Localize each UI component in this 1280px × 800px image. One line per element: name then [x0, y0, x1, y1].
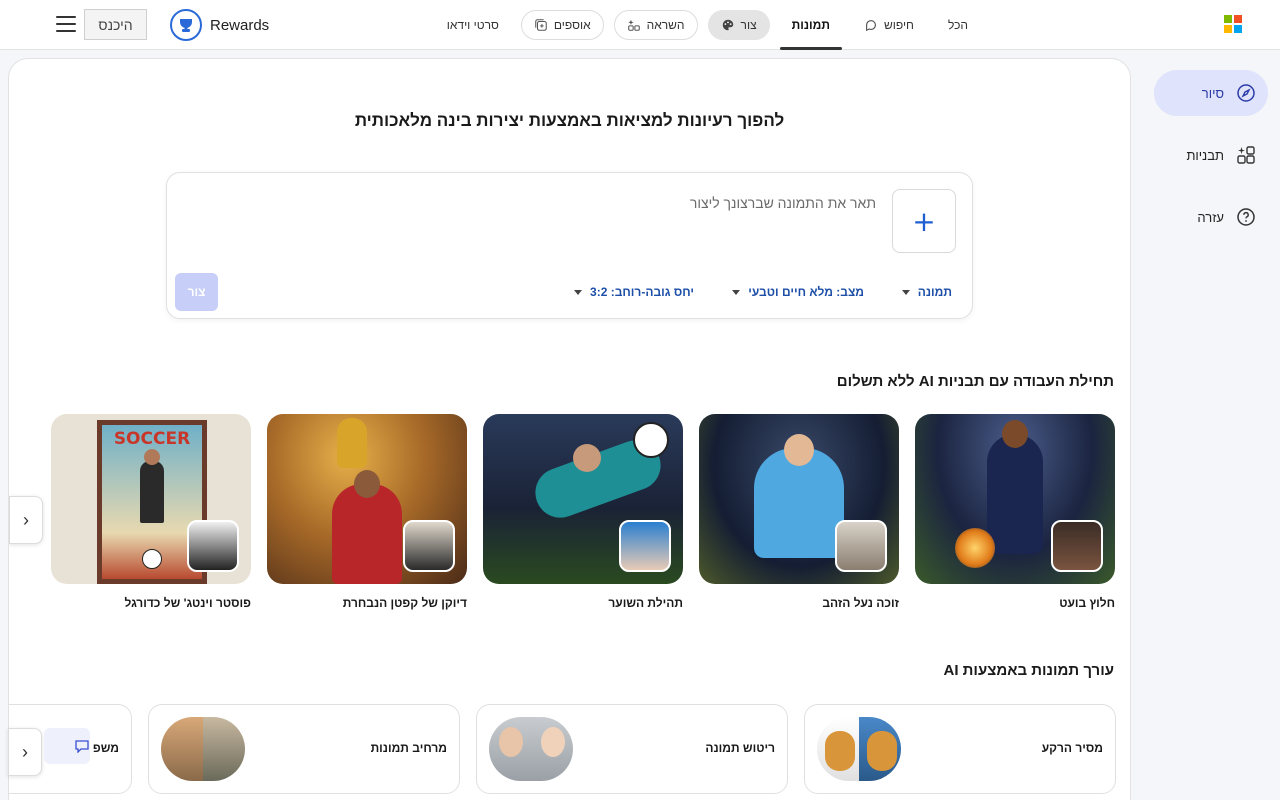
- sidebar-item-help[interactable]: עזרה: [1154, 194, 1268, 240]
- tool-card-image-expander[interactable]: מרחיב תמונות: [148, 704, 460, 794]
- sidebar-item-label: תבניות: [1186, 147, 1224, 163]
- chevron-down-icon: [901, 289, 910, 295]
- tools-title: עורך תמונות באמצעות AI: [943, 662, 1114, 679]
- sidebar-item-label: סיור: [1201, 85, 1224, 101]
- face-thumbnail: [187, 520, 239, 572]
- rewards-label: Rewards: [210, 16, 270, 34]
- tool-thumbnail: [489, 717, 573, 781]
- tab-create[interactable]: צור: [707, 10, 770, 40]
- header-tabs: הכל חיפוש תמונות צור השראה אוספים סרטי ו…: [435, 0, 980, 50]
- tool-thumbnail: [817, 717, 901, 781]
- prompt-box: + תמונה מצב: מלא חיים וטבעי יחס גובה-רוח…: [166, 172, 973, 319]
- aspect-ratio-dropdown[interactable]: יחס גובה-רוחב: 3:2: [574, 285, 694, 299]
- template-label: תהילת השוער: [608, 596, 683, 610]
- templates-carousel: חלוץ בועט זוכה נעל הזהב תהילת השוער דיוק…: [51, 414, 1115, 614]
- feedback-button[interactable]: [44, 728, 90, 764]
- sidebar: סיור תבניות עזרה: [1154, 70, 1268, 256]
- top-bar: הכל חיפוש תמונות צור השראה אוספים סרטי ו…: [0, 0, 1280, 50]
- microsoft-logo[interactable]: [1224, 15, 1242, 33]
- tab-videos[interactable]: סרטי וידאו: [435, 10, 511, 40]
- chevron-down-icon: [574, 289, 583, 295]
- face-thumbnail: [619, 520, 671, 572]
- help-icon: [1237, 208, 1255, 226]
- tool-thumbnail: [161, 717, 245, 781]
- create-button[interactable]: צור: [175, 273, 218, 311]
- tool-label: מרחיב תמונות: [370, 741, 447, 755]
- chevron-down-icon: [732, 289, 741, 295]
- sidebar-item-tour[interactable]: סיור: [1154, 70, 1268, 116]
- tool-label: ריטוש תמונה: [705, 741, 775, 755]
- content-type-dropdown[interactable]: תמונה: [901, 285, 952, 299]
- face-thumbnail: [1051, 520, 1103, 572]
- face-thumbnail: [403, 520, 455, 572]
- template-image: [483, 414, 683, 584]
- tools-prev-button[interactable]: ‹: [8, 728, 42, 776]
- page-title: להפוך רעיונות למציאות באמצעות יצירות בינ…: [354, 111, 785, 130]
- template-card-striker[interactable]: חלוץ בועט: [915, 414, 1115, 610]
- tab-search[interactable]: חיפוש: [852, 10, 926, 40]
- palette-icon: [722, 19, 733, 31]
- main-panel: להפוך רעיונות למציאות באמצעות יצירות בינ…: [8, 58, 1131, 800]
- tool-card-photo-retouch[interactable]: ריטוש תמונה: [476, 704, 788, 794]
- tab-images[interactable]: תמונות: [779, 10, 843, 50]
- sparkle-grid-icon: [627, 19, 640, 31]
- mode-dropdown[interactable]: מצב: מלא חיים וטבעי: [732, 285, 864, 299]
- carousel-prev-button[interactable]: ‹: [9, 496, 43, 544]
- template-label: פוסטר וינטג' של כדורגל: [124, 596, 251, 610]
- tab-all[interactable]: הכל: [936, 10, 980, 40]
- ai-tools-carousel: מסיר הרקע ריטוש תמונה מרחיב תמונות משפ: [9, 704, 1130, 800]
- tool-label: משפ: [92, 741, 119, 755]
- add-image-button[interactable]: +: [892, 189, 956, 253]
- template-image: SOCCER: [51, 414, 251, 584]
- chat-icon: [75, 740, 89, 753]
- plus-icon: +: [912, 204, 936, 238]
- sidebar-item-templates[interactable]: תבניות: [1154, 132, 1268, 178]
- template-image: [267, 414, 467, 584]
- template-card-golden-boot[interactable]: זוכה נעל הזהב: [699, 414, 899, 610]
- search-chat-icon: [866, 20, 876, 32]
- template-image: [915, 414, 1115, 584]
- sign-in-button[interactable]: היכנס: [84, 9, 147, 40]
- tool-label: מסיר הרקע: [1041, 741, 1103, 755]
- template-label: חלוץ בועט: [1059, 596, 1115, 610]
- chevron-left-icon: ‹: [22, 741, 28, 762]
- template-label: דיוקן של קפטן הנבחרת: [342, 596, 467, 610]
- collections-icon: [535, 19, 547, 31]
- template-card-vintage-poster[interactable]: SOCCER פוסטר וינטג' של כדורגל: [51, 414, 251, 610]
- tool-card-background-remover[interactable]: מסיר הרקע: [804, 704, 1116, 794]
- template-card-captain[interactable]: דיוקן של קפטן הנבחרת: [267, 414, 467, 610]
- template-label: זוכה נעל הזהב: [822, 596, 899, 610]
- poster-title: SOCCER: [113, 429, 191, 449]
- template-card-goalkeeper[interactable]: תהילת השוער: [483, 414, 683, 610]
- rewards-link[interactable]: Rewards: [170, 9, 269, 41]
- sidebar-item-label: עזרה: [1197, 209, 1224, 225]
- face-thumbnail: [835, 520, 887, 572]
- templates-icon: [1237, 146, 1255, 164]
- tab-inspiration[interactable]: השראה: [613, 10, 698, 40]
- tab-collections[interactable]: אוספים: [520, 10, 604, 40]
- rewards-trophy-icon: [170, 9, 202, 41]
- menu-icon[interactable]: [56, 16, 76, 32]
- templates-title: תחילת העבודה עם תבניות AI ללא תשלום: [836, 373, 1114, 390]
- template-image: [699, 414, 899, 584]
- compass-icon: [1237, 84, 1255, 102]
- prompt-input[interactable]: [456, 195, 876, 211]
- chevron-left-icon: ‹: [23, 509, 29, 530]
